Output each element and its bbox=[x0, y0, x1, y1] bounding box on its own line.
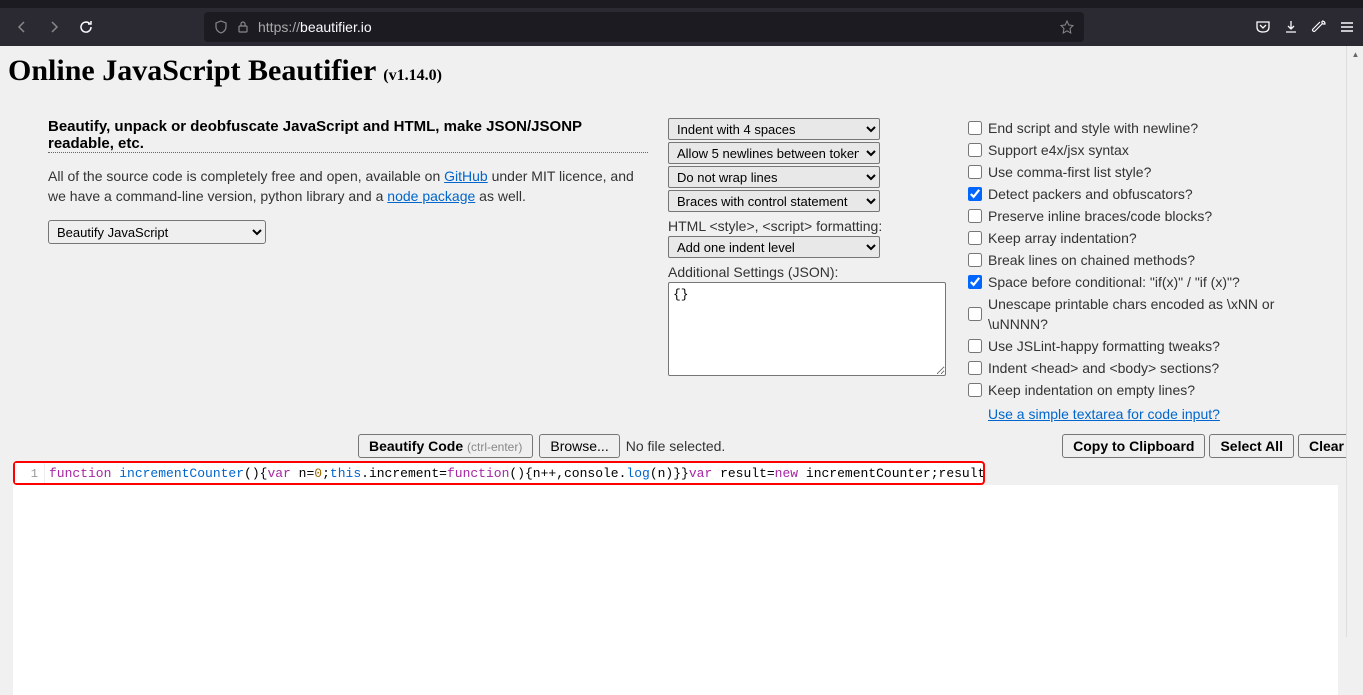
pocket-icon[interactable] bbox=[1255, 19, 1271, 35]
option-checkbox[interactable] bbox=[968, 143, 982, 157]
option-label: Keep indentation on empty lines? bbox=[988, 380, 1195, 400]
node-package-link[interactable]: node package bbox=[387, 188, 475, 204]
option-label: Unescape printable chars encoded as \xNN… bbox=[988, 294, 1338, 334]
option-checkbox-row[interactable]: Space before conditional: "if(x)" / "if … bbox=[968, 272, 1338, 292]
browse-button[interactable]: Browse... bbox=[539, 434, 619, 458]
select-all-button[interactable]: Select All bbox=[1209, 434, 1294, 458]
option-checkbox[interactable] bbox=[968, 165, 982, 179]
option-checkbox-row[interactable]: Unescape printable chars encoded as \xNN… bbox=[968, 294, 1338, 334]
scrollbar-up-arrow[interactable]: ▲ bbox=[1347, 46, 1363, 63]
newlines-select[interactable]: Allow 5 newlines between tokens bbox=[668, 142, 880, 164]
reload-button[interactable] bbox=[72, 13, 100, 41]
option-checkbox-row[interactable]: Use JSLint-happy formatting tweaks? bbox=[968, 336, 1338, 356]
shield-icon bbox=[214, 20, 228, 34]
language-select[interactable]: Beautify JavaScript bbox=[48, 220, 266, 244]
option-checkbox[interactable] bbox=[968, 231, 982, 245]
subtitle-link[interactable]: Beautify, unpack or deobfuscate JavaScri… bbox=[48, 118, 648, 153]
option-label: Support e4x/jsx syntax bbox=[988, 140, 1129, 160]
option-checkbox[interactable] bbox=[968, 307, 982, 321]
option-checkbox[interactable] bbox=[968, 383, 982, 397]
html-format-select[interactable]: Add one indent level bbox=[668, 236, 880, 258]
browser-toolbar: https://beautifier.io bbox=[0, 8, 1363, 46]
option-checkbox-row[interactable]: Keep indentation on empty lines? bbox=[968, 380, 1338, 400]
option-label: Space before conditional: "if(x)" / "if … bbox=[988, 272, 1240, 292]
code-editor-highlighted[interactable]: 1 function incrementCounter(){var n=0;th… bbox=[13, 461, 985, 485]
beautify-button[interactable]: Beautify Code (ctrl-enter) bbox=[358, 434, 533, 458]
code-editor-body[interactable] bbox=[13, 485, 1338, 695]
option-label: Break lines on chained methods? bbox=[988, 250, 1195, 270]
menu-icon[interactable] bbox=[1339, 19, 1355, 35]
html-format-label: HTML <style>, <script> formatting: bbox=[668, 218, 948, 234]
option-checkbox-row[interactable]: Break lines on chained methods? bbox=[968, 250, 1338, 270]
wrench-icon[interactable] bbox=[1311, 19, 1327, 35]
page-content: ▲ Online JavaScript Beautifier (v1.14.0)… bbox=[0, 46, 1363, 637]
downloads-icon[interactable] bbox=[1283, 19, 1299, 35]
option-label: End script and style with newline? bbox=[988, 118, 1198, 138]
option-checkbox-row[interactable]: Preserve inline braces/code blocks? bbox=[968, 206, 1338, 226]
json-settings-textarea[interactable]: {} bbox=[668, 282, 946, 376]
indent-select[interactable]: Indent with 4 spaces bbox=[668, 118, 880, 140]
option-checkbox[interactable] bbox=[968, 275, 982, 289]
copy-clipboard-button[interactable]: Copy to Clipboard bbox=[1062, 434, 1205, 458]
option-checkbox[interactable] bbox=[968, 209, 982, 223]
option-checkbox[interactable] bbox=[968, 253, 982, 267]
option-checkbox-row[interactable]: End script and style with newline? bbox=[968, 118, 1338, 138]
wrap-select[interactable]: Do not wrap lines bbox=[668, 166, 880, 188]
bookmark-star-icon[interactable] bbox=[1060, 20, 1074, 34]
use-textarea-link[interactable]: Use a simple textarea for code input? bbox=[988, 406, 1220, 422]
option-label: Use JSLint-happy formatting tweaks? bbox=[988, 336, 1220, 356]
back-button[interactable] bbox=[8, 13, 36, 41]
option-checkbox-row[interactable]: Use comma-first list style? bbox=[968, 162, 1338, 182]
option-checkbox-row[interactable]: Support e4x/jsx syntax bbox=[968, 140, 1338, 160]
option-label: Indent <head> and <body> sections? bbox=[988, 358, 1219, 378]
option-checkbox[interactable] bbox=[968, 121, 982, 135]
option-label: Preserve inline braces/code blocks? bbox=[988, 206, 1212, 226]
json-settings-label: Additional Settings (JSON): bbox=[668, 264, 948, 280]
forward-button[interactable] bbox=[40, 13, 68, 41]
url-text: https://beautifier.io bbox=[258, 19, 1052, 35]
no-file-label: No file selected. bbox=[626, 438, 726, 454]
option-label: Detect packers and obfuscators? bbox=[988, 184, 1193, 204]
url-bar[interactable]: https://beautifier.io bbox=[204, 12, 1084, 42]
option-checkbox[interactable] bbox=[968, 339, 982, 353]
vertical-scrollbar[interactable]: ▲ bbox=[1346, 46, 1363, 637]
option-label: Use comma-first list style? bbox=[988, 162, 1151, 182]
option-label: Keep array indentation? bbox=[988, 228, 1137, 248]
description: All of the source code is completely fre… bbox=[48, 167, 648, 206]
option-checkbox-row[interactable]: Indent <head> and <body> sections? bbox=[968, 358, 1338, 378]
option-checkbox-row[interactable]: Detect packers and obfuscators? bbox=[968, 184, 1338, 204]
line-number-gutter: 1 bbox=[15, 463, 45, 483]
code-line[interactable]: function incrementCounter(){var n=0;this… bbox=[45, 463, 983, 483]
page-title: Online JavaScript Beautifier (v1.14.0) bbox=[8, 54, 1355, 88]
braces-select[interactable]: Braces with control statement bbox=[668, 190, 880, 212]
lock-icon bbox=[236, 20, 250, 34]
github-link[interactable]: GitHub bbox=[444, 168, 488, 184]
option-checkbox[interactable] bbox=[968, 361, 982, 375]
option-checkbox[interactable] bbox=[968, 187, 982, 201]
browser-tab-strip bbox=[0, 0, 1363, 8]
option-checkbox-row[interactable]: Keep array indentation? bbox=[968, 228, 1338, 248]
